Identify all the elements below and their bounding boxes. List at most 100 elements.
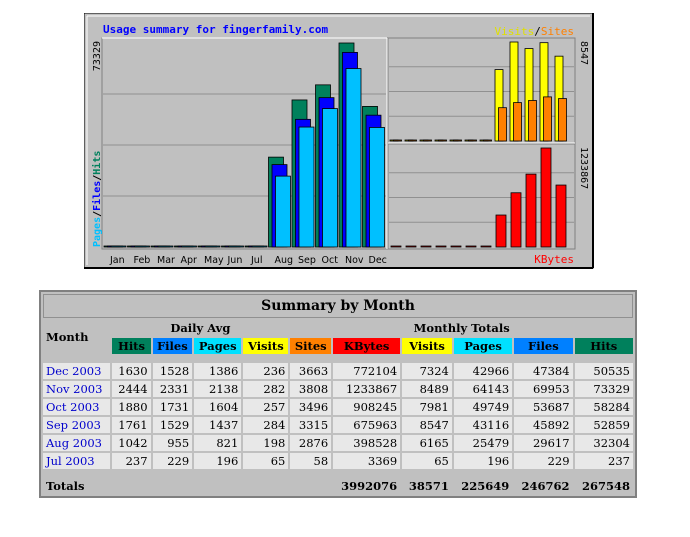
month-link[interactable]: Dec 2003: [46, 364, 101, 378]
table-cell: 50535: [574, 363, 633, 379]
total-files: 246762: [514, 478, 573, 494]
table-cell: 772104: [333, 363, 401, 379]
bar-sites-mar: [423, 139, 432, 142]
table-cell: 42966: [453, 363, 513, 379]
table-cell: 821: [194, 435, 242, 451]
table-cell: 8489: [402, 381, 452, 397]
table-row: Nov 2003 2444 2331 2138 282 3808 1233867 8489 64…: [43, 381, 633, 397]
summary-table: Summary by Month Month Daily Avg Monthly…: [39, 290, 637, 498]
table-cell: 25479: [453, 435, 513, 451]
bar-sites-may: [453, 139, 462, 142]
table-cell: 47384: [514, 363, 573, 379]
bar-kbytes-dec: [555, 184, 567, 248]
month-link[interactable]: Oct 2003: [46, 400, 99, 414]
bottom-right-ymax-label: 1233867: [578, 147, 589, 189]
x-label-mar: Mar: [157, 255, 175, 266]
table-cell: 1604: [194, 399, 242, 415]
table-cell: 1437: [194, 417, 242, 433]
x-label-oct: Oct: [322, 255, 339, 266]
table-cell: 49749: [453, 399, 513, 415]
left-ymax-label: 73329: [92, 41, 103, 71]
table-cell: 955: [152, 435, 193, 451]
ylabel-pages: Pages: [92, 217, 103, 247]
bar-kbytes-aug: [495, 214, 507, 248]
x-label-dec: Dec: [369, 255, 387, 266]
table-row: Dec 2003 1630 1528 1386 236 3663 772104 7324 429…: [43, 363, 633, 379]
ylabel-hits: Hits: [91, 151, 103, 175]
total-visits: 38571: [402, 478, 452, 494]
table-cell: 58284: [574, 399, 633, 415]
kbytes-label: KBytes: [534, 253, 574, 266]
bar-pages-jan: [110, 245, 127, 248]
table-cell: 229: [514, 453, 573, 469]
table-cell: 65: [402, 453, 452, 469]
x-label-aug: Aug: [275, 255, 294, 266]
col-header-daily-visits: Visits: [243, 338, 289, 354]
totals-label: Totals: [43, 478, 332, 494]
table-cell: 237: [112, 453, 151, 469]
legend-sep: /: [534, 25, 541, 38]
bar-kbytes-mar: [420, 245, 432, 248]
bar-pages-dec: [369, 127, 385, 248]
table-cell: 229: [152, 453, 193, 469]
table-cell: 29617: [514, 435, 573, 451]
month-link[interactable]: Jul 2003: [46, 454, 95, 468]
table-cell: 52859: [574, 417, 633, 433]
table-cell: 45892: [514, 417, 573, 433]
bar-kbytes-nov: [540, 147, 552, 248]
total-kbytes: 3992076: [333, 478, 401, 494]
legend-visits: Visits: [495, 25, 535, 38]
bar-sites-oct: [528, 100, 537, 142]
col-header-daily-files: Files: [152, 338, 193, 354]
table-cell: 6165: [402, 435, 452, 451]
bar-kbytes-jan: [390, 245, 402, 248]
table-cell: 257: [243, 399, 289, 415]
bar-sites-aug: [498, 107, 507, 142]
table-cell: 2331: [152, 381, 193, 397]
total-pages: 225649: [453, 478, 513, 494]
table-cell: 7981: [402, 399, 452, 415]
table-cell: 1761: [112, 417, 151, 433]
bar-pages-mar: [157, 245, 174, 248]
table-cell: 908245: [333, 399, 401, 415]
x-label-jan: Jan: [109, 255, 125, 266]
bar-pages-apr: [181, 245, 197, 248]
table-cell: 1529: [152, 417, 193, 433]
table-cell: 675963: [333, 417, 401, 433]
bar-pages-oct: [322, 108, 338, 248]
table-cell: 198: [243, 435, 289, 451]
legend-sites: Sites: [541, 25, 574, 38]
month-link[interactable]: Nov 2003: [46, 382, 102, 396]
ylabel-files: Files: [91, 181, 103, 211]
table-row: Jul 2003 237 229 196 65 58 3369 65 196 229 237: [43, 453, 633, 469]
table-cell: 2444: [112, 381, 151, 397]
bar-pages-feb: [134, 245, 150, 248]
table-cell: 1528: [152, 363, 193, 379]
col-header-monthly-visits: Visits: [402, 338, 452, 354]
table-row: Oct 2003 1880 1731 1604 257 3496 908245 7981 497…: [43, 399, 633, 415]
bar-kbytes-jul: [480, 245, 492, 248]
bar-kbytes-may: [450, 245, 462, 248]
table-cell: 1731: [152, 399, 193, 415]
bar-kbytes-feb: [405, 245, 417, 248]
column-header-row: Hits Files Pages Visits Sites KBytes Visits Pag…: [43, 338, 633, 354]
table-cell: 3808: [290, 381, 332, 397]
table-cell: 1233867: [333, 381, 401, 397]
month-link[interactable]: Aug 2003: [46, 436, 102, 450]
monthly-totals-header: Monthly Totals: [290, 320, 633, 336]
table-cell: 3496: [290, 399, 332, 415]
table-cell: 32304: [574, 435, 633, 451]
total-hits: 267548: [574, 478, 633, 494]
table-cell: 69953: [514, 381, 573, 397]
month-link[interactable]: Sep 2003: [46, 418, 101, 432]
col-header-monthly-pages: Pages: [453, 338, 513, 354]
bar-sites-jul: [483, 139, 492, 142]
bar-sites-sep: [513, 102, 522, 142]
left-ylabel: Pages/Files/Hits: [91, 151, 103, 247]
table-cell: 196: [453, 453, 513, 469]
bar-kbytes-jun: [465, 245, 477, 248]
bar-sites-feb: [408, 139, 417, 142]
col-header-daily-pages: Pages: [194, 338, 242, 354]
col-header-monthly-files: Files: [514, 338, 573, 354]
table-cell: 73329: [574, 381, 633, 397]
